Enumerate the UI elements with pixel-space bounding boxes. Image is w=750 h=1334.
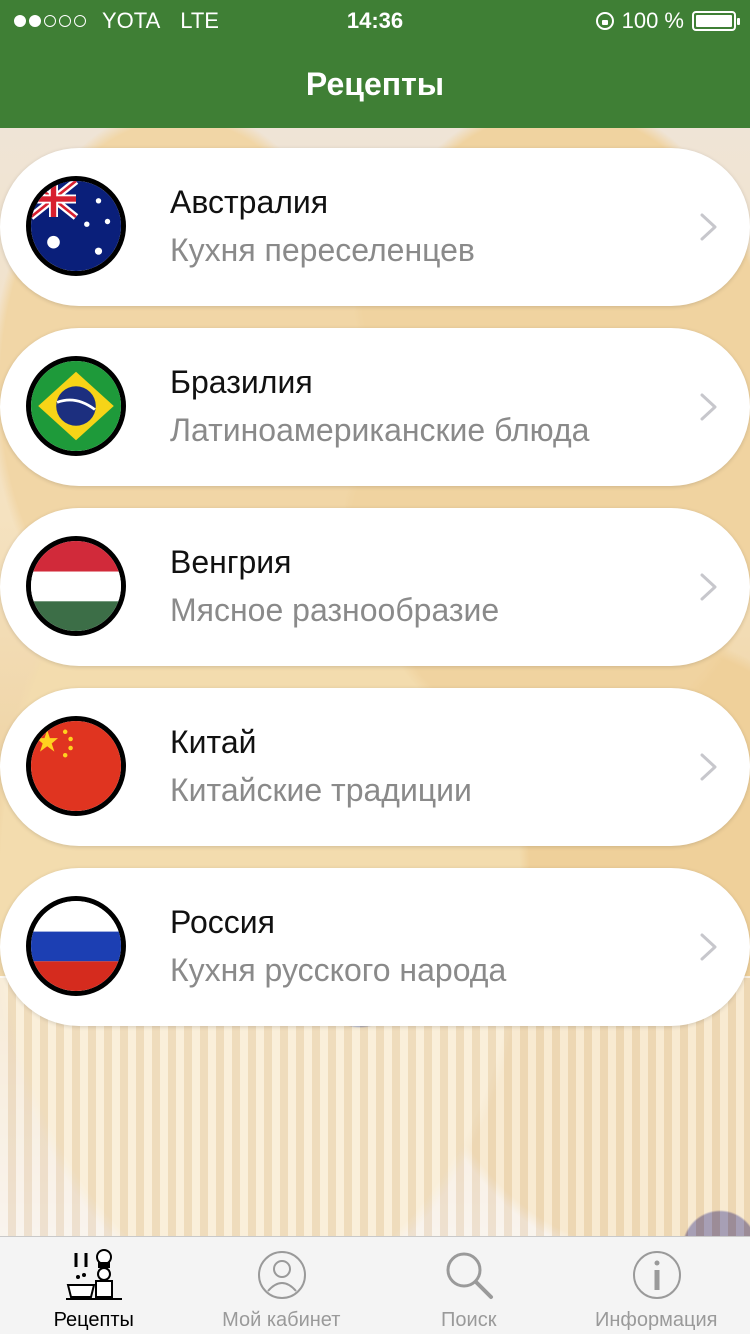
list-item-subtitle: Кухня русского народа: [170, 952, 507, 988]
info-icon: [627, 1245, 687, 1305]
list-item-subtitle: Китайские традиции: [170, 772, 472, 808]
australia-flag-icon: [26, 176, 126, 276]
tab-info[interactable]: Информация: [563, 1237, 750, 1334]
chef-icon: [64, 1245, 124, 1305]
tab-label: Поиск: [441, 1309, 497, 1331]
list-item-australia[interactable]: Австралия Кухня переселенцев: [0, 148, 750, 306]
chevron-right-icon: [698, 572, 720, 602]
list-item-hungary[interactable]: Венгрия Мясное разнообразие: [0, 508, 750, 666]
page-title: Рецепты: [305, 66, 445, 102]
chevron-right-icon: [698, 212, 720, 242]
user-icon: [252, 1245, 312, 1305]
tab-label: Информация: [595, 1309, 718, 1331]
list-item-title: Китай: [170, 724, 257, 760]
battery-icon: [692, 11, 740, 31]
tab-label: Мой кабинет: [222, 1309, 341, 1331]
chevron-right-icon: [698, 932, 720, 962]
list-item-china[interactable]: Китай Китайские традиции: [0, 688, 750, 846]
status-right: 100 %: [595, 8, 740, 34]
chevron-right-icon: [698, 392, 720, 422]
russia-flag-icon: [26, 896, 126, 996]
list-item-subtitle: Кухня переселенцев: [170, 232, 475, 268]
tab-label: Рецепты: [53, 1309, 134, 1331]
list-item-title: Россия: [170, 904, 275, 940]
orientation-lock-icon: [595, 12, 614, 30]
tab-recipes[interactable]: Рецепты: [0, 1237, 188, 1334]
list-item-russia[interactable]: Россия Кухня русского народа: [0, 868, 750, 1026]
list-item-brazil[interactable]: Бразилия Латиноамериканские блюда: [0, 328, 750, 486]
list-item-title: Австралия: [170, 184, 329, 220]
top-bar: YOTA LTE 14:36 100 % Рецепты: [0, 0, 750, 128]
china-flag-icon: [26, 716, 126, 816]
chevron-right-icon: [698, 752, 720, 782]
list-item-title: Бразилия: [170, 364, 313, 400]
list-item-title: Венгрия: [170, 544, 292, 580]
list-item-subtitle: Мясное разнообразие: [170, 592, 500, 628]
tab-my-account[interactable]: Мой кабинет: [188, 1237, 376, 1334]
list-item-subtitle: Латиноамериканские блюда: [170, 412, 590, 448]
battery-percent: 100 %: [621, 8, 684, 33]
search-icon: [439, 1245, 499, 1305]
brazil-flag-icon: [26, 356, 126, 456]
status-bar: YOTA LTE 14:36 100 %: [0, 0, 750, 40]
hungary-flag-icon: [26, 536, 126, 636]
tab-bar: Рецепты Мой кабинет Поиск Информация: [0, 1236, 750, 1334]
tab-search[interactable]: Поиск: [375, 1237, 563, 1334]
